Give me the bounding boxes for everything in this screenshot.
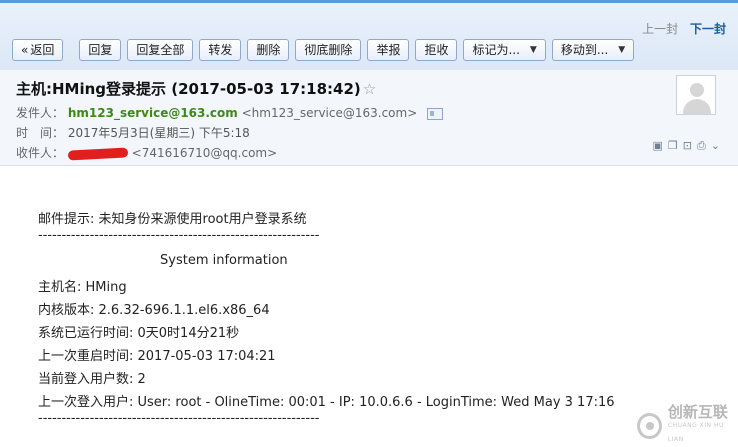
save-icon[interactable]: ⊡	[683, 139, 692, 153]
star-icon[interactable]: ☆	[363, 80, 376, 98]
brand-logo-icon	[637, 413, 662, 439]
expand-icon[interactable]: ⌄	[711, 139, 720, 153]
chevron-down-icon: ▼	[618, 45, 626, 55]
back-button[interactable]: « 返回	[12, 39, 64, 61]
divider-line: ----------------------------------------…	[38, 228, 320, 243]
last-login-line: 上一次登入用户: User: root - OlineTime: 00:01 -…	[38, 395, 615, 410]
time-value: 2017年5月3日(星期三) 下午5:18	[67, 126, 250, 140]
last-reboot-line: 上一次重启时间: 2017-05-03 17:04:21	[38, 349, 276, 364]
avatar-icon	[676, 75, 716, 115]
divider-line-2: ----------------------------------------…	[38, 411, 320, 426]
watermark: 创新互联 CHUANG XIN HU LIAN	[637, 405, 738, 447]
new-window-icon[interactable]: ❐	[668, 139, 678, 153]
delete-permanently-button[interactable]: 彻底删除	[295, 39, 362, 61]
forward-button[interactable]: 转发	[199, 39, 242, 61]
redaction-mark	[67, 146, 129, 161]
back-icon: «	[21, 43, 29, 57]
toolbar: « 返回 回复 回复全部 转发 删除 彻底删除 举报 拒收 标记为... ▼ 移…	[12, 39, 635, 61]
logged-users-line: 当前登入用户数: 2	[38, 372, 146, 387]
reply-button[interactable]: 回复	[79, 39, 122, 61]
recipient-row: 收件人： <741616710@qq.com>	[16, 146, 278, 161]
time-row: 时 间： 2017年5月3日(星期三) 下午5:18	[16, 126, 250, 140]
report-button[interactable]: 举报	[367, 39, 410, 61]
email-toolbar-area: 上一封 下一封 « 返回 回复 回复全部 转发 删除 彻底删除 举报 拒收 标记…	[0, 0, 738, 70]
kernel-line: 内核版本: 2.6.32-696.1.1.el6.x86_64	[38, 303, 270, 318]
sender-row: 发件人： hm123_service@163.com <hm123_servic…	[16, 104, 444, 121]
uptime-line: 系统已运行时间: 0天0时14分21秒	[38, 326, 240, 341]
chevron-down-icon: ▼	[529, 45, 537, 55]
header-actions: ▣ ❐ ⊡ ⎙ ⌄	[652, 139, 720, 153]
section-title: System information	[160, 253, 288, 268]
prev-email-link[interactable]: 上一封	[642, 22, 678, 36]
email-header: 主机:HMing登录提示 (2017-05-03 17:18:42) ☆ 发件人：…	[0, 70, 738, 166]
next-email-link[interactable]: 下一封	[690, 22, 726, 36]
delete-button[interactable]: 删除	[247, 39, 290, 61]
email-body: 邮件提示: 未知身份来源使用root用户登录系统 ---------------…	[0, 166, 738, 443]
mark-as-dropdown[interactable]: 标记为... ▼	[463, 39, 546, 61]
pager: 上一封 下一封	[642, 20, 726, 37]
notice-line: 邮件提示: 未知身份来源使用root用户登录系统	[38, 212, 307, 227]
move-to-dropdown[interactable]: 移动到... ▼	[551, 39, 635, 61]
print-icon[interactable]: ⎙	[697, 139, 706, 153]
window-icon[interactable]: ▣	[652, 139, 662, 153]
sender-name[interactable]: hm123_service@163.com	[68, 106, 238, 120]
sender-address: <hm123_service@163.com>	[241, 106, 418, 120]
reject-button[interactable]: 拒收	[415, 39, 458, 61]
reply-all-button[interactable]: 回复全部	[127, 39, 194, 61]
email-subject: 主机:HMing登录提示 (2017-05-03 17:18:42) ☆	[16, 80, 377, 98]
contact-card-icon[interactable]	[427, 107, 444, 120]
hostname-line: 主机名: HMing	[38, 280, 127, 295]
recipient-address: <741616710@qq.com>	[131, 146, 278, 160]
